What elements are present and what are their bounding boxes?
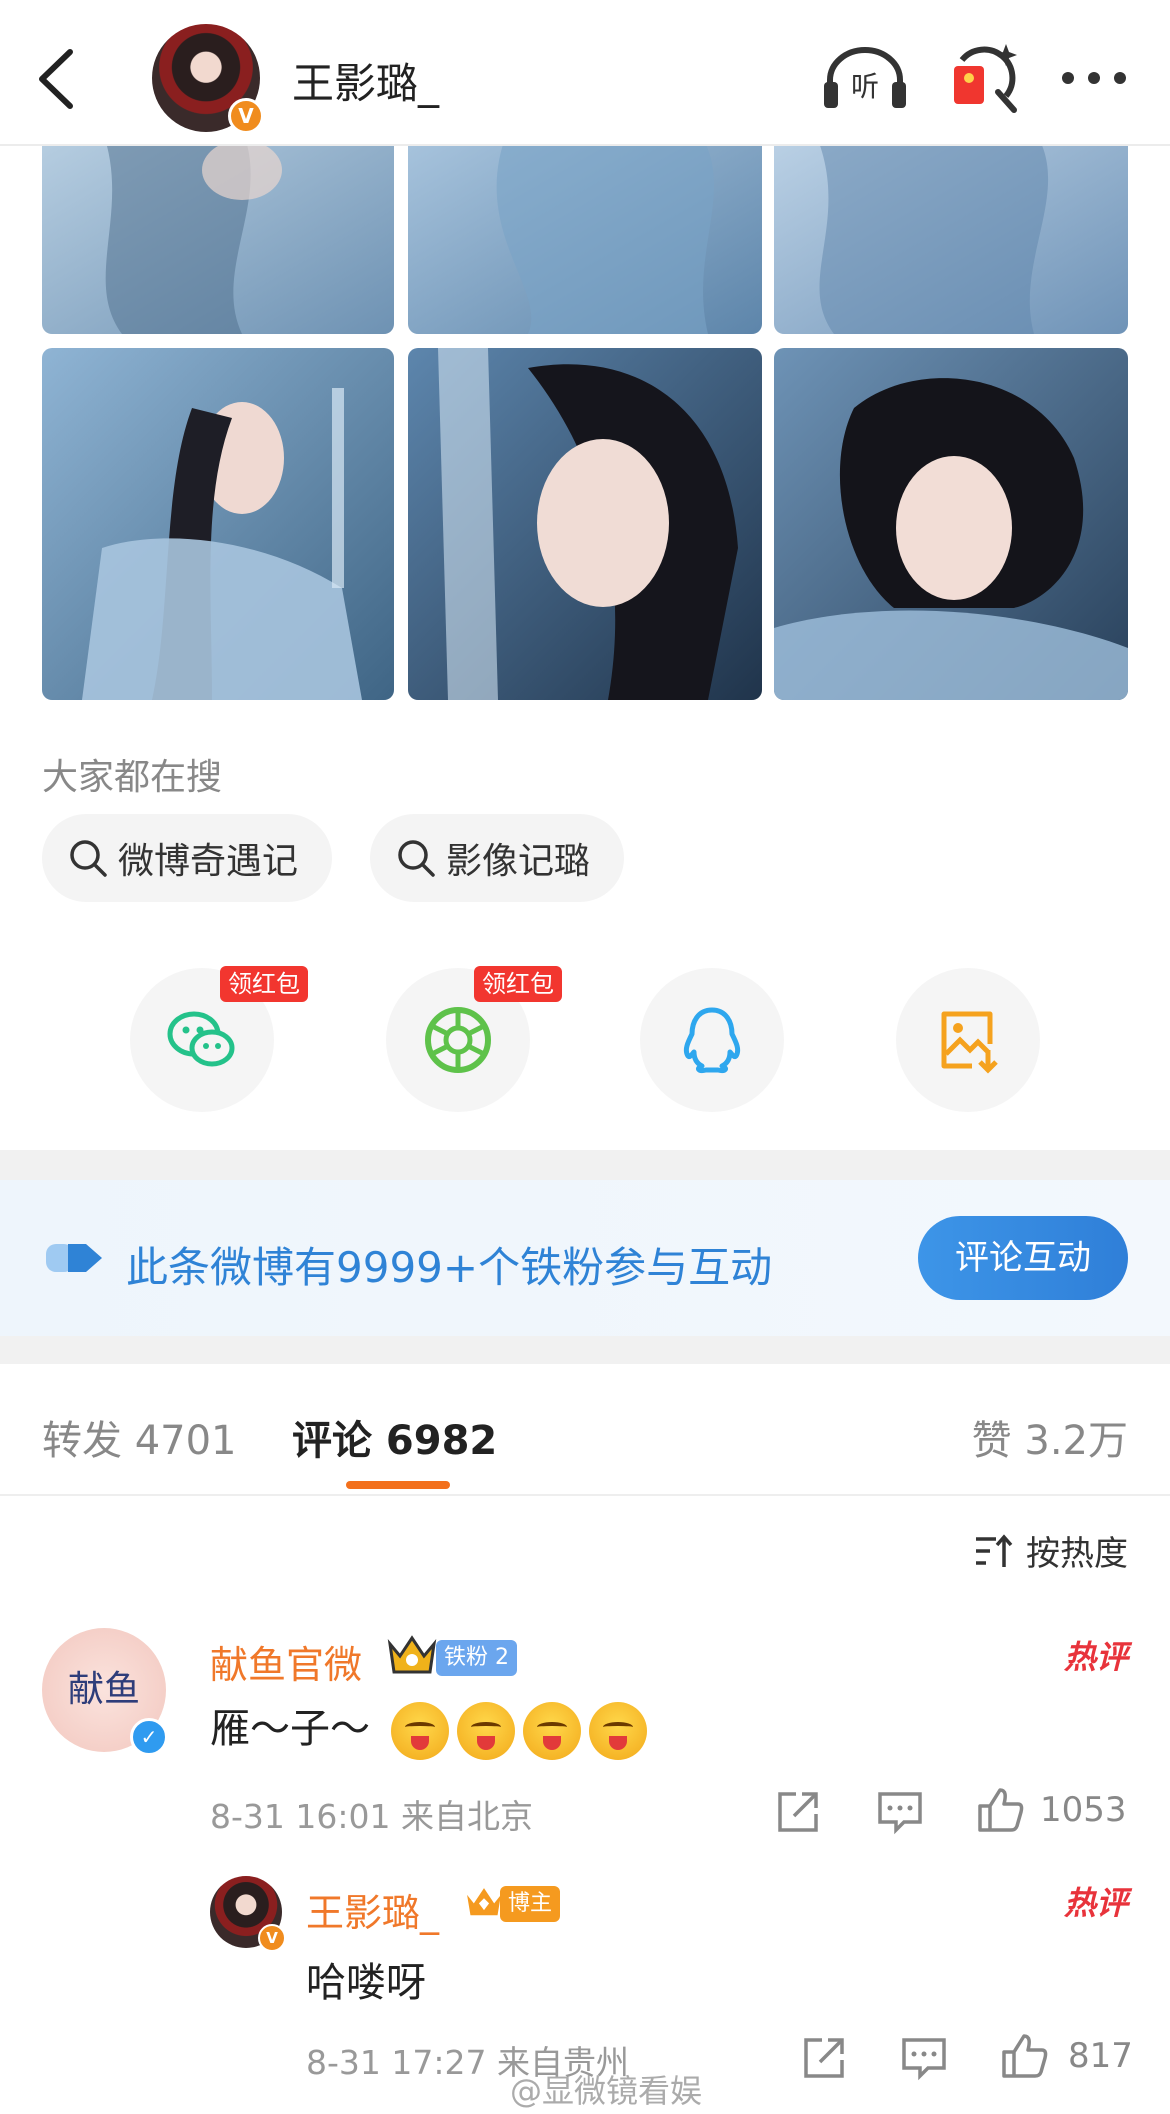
post-photo[interactable] xyxy=(408,348,762,700)
emoji-icon xyxy=(522,1702,581,1760)
commenter-avatar[interactable]: V xyxy=(210,1876,286,1952)
emoji-icon xyxy=(390,1702,449,1760)
tab-like[interactable]: 赞 3.2万 xyxy=(972,1408,1128,1466)
like-count: 817 xyxy=(1068,2036,1133,2076)
search-chip[interactable]: 微博奇遇记 xyxy=(42,814,333,902)
commenter-name[interactable]: 王影璐_ xyxy=(306,1882,439,1937)
save-image-button[interactable] xyxy=(896,968,1040,1112)
tab-comment[interactable]: 评论 6982 xyxy=(292,1408,497,1466)
svg-text:听: 听 xyxy=(851,70,879,103)
sort-label: 按热度 xyxy=(1026,1534,1128,1574)
red-packet-badge: 领红包 xyxy=(474,966,562,1002)
crown-icon xyxy=(387,1635,437,1674)
watermark: @显微镜看娱 xyxy=(510,2072,703,2110)
emoji-icon xyxy=(456,1702,515,1760)
author-badge: 博主 xyxy=(500,1886,561,1922)
section-divider xyxy=(0,1336,1170,1364)
comment-interact-button[interactable]: 评论互动 xyxy=(918,1216,1128,1300)
comment-text-body: 雁～子～ xyxy=(210,1706,370,1752)
verified-badge-icon: ✓ xyxy=(130,1718,168,1756)
author-name[interactable]: 王影璐_ xyxy=(292,50,439,111)
red-packet-search-icon[interactable] xyxy=(948,40,1018,114)
emoji-icon xyxy=(588,1702,647,1760)
commenter-avatar[interactable]: 献鱼 ✓ xyxy=(42,1628,168,1756)
search-chip[interactable]: 影像记璐 xyxy=(370,814,625,902)
fan-interaction-icon xyxy=(46,1244,102,1272)
like-count: 1053 xyxy=(1040,1790,1127,1830)
banner-text: 此条微博有9999+个铁粉参与互动 xyxy=(126,1243,773,1292)
more-icon[interactable] xyxy=(1058,68,1130,88)
verified-badge-icon: V xyxy=(228,98,264,134)
share-qq-button[interactable] xyxy=(640,968,784,1112)
hot-comment-tag: 热评 xyxy=(1063,1638,1128,1676)
search-chip-label: 影像记璐 xyxy=(446,841,591,882)
section-divider xyxy=(0,1150,1170,1180)
tab-repost[interactable]: 转发 4701 xyxy=(42,1408,237,1466)
like-icon[interactable] xyxy=(1000,2032,1048,2080)
post-photo[interactable] xyxy=(42,348,394,700)
listen-icon[interactable]: 听 xyxy=(822,46,908,110)
reply-icon[interactable] xyxy=(900,2034,948,2082)
moments-icon xyxy=(425,1007,491,1073)
like-icon[interactable] xyxy=(976,1786,1024,1834)
search-icon xyxy=(398,840,435,877)
comment-meta: 8-31 16:01 来自北京 xyxy=(210,1797,533,1836)
save-image-icon xyxy=(941,1011,998,1074)
red-packet-badge: 领红包 xyxy=(220,966,308,1002)
search-icon xyxy=(70,840,107,877)
post-photo[interactable] xyxy=(42,130,394,334)
post-photo[interactable] xyxy=(774,130,1128,334)
hot-comment-tag: 热评 xyxy=(1063,1884,1128,1922)
post-tabs: 转发 4701 评论 6982 赞 3.2万 xyxy=(0,1364,1170,1496)
back-arrow-icon[interactable] xyxy=(30,44,90,114)
verified-badge-icon: V xyxy=(258,1924,286,1952)
repost-icon[interactable] xyxy=(800,2034,848,2082)
wechat-icon xyxy=(167,1011,235,1067)
iron-fan-badge: 铁粉 2 xyxy=(436,1640,517,1676)
top-bar: V 王影璐_ 听 xyxy=(0,0,1170,146)
active-tab-indicator xyxy=(346,1481,450,1489)
reply-icon[interactable] xyxy=(876,1788,924,1836)
sort-icon xyxy=(976,1533,1013,1567)
author-avatar[interactable]: V xyxy=(152,24,264,134)
post-photo[interactable] xyxy=(408,130,762,334)
repost-icon[interactable] xyxy=(774,1788,822,1836)
comment-text: 哈喽呀 xyxy=(306,1960,426,2006)
commenter-name[interactable]: 献鱼官微 xyxy=(210,1634,362,1689)
fan-interaction-banner[interactable]: 此条微博有9999+个铁粉参与互动 评论互动 xyxy=(0,1180,1170,1336)
post-photo[interactable] xyxy=(774,348,1128,700)
comment-text: 雁～子～ xyxy=(210,1696,647,1760)
trending-search-title: 大家都在搜 xyxy=(42,757,223,798)
search-chip-label: 微博奇遇记 xyxy=(118,841,299,882)
qq-icon xyxy=(683,1007,741,1073)
sort-selector[interactable]: 按热度 xyxy=(974,1526,1128,1575)
